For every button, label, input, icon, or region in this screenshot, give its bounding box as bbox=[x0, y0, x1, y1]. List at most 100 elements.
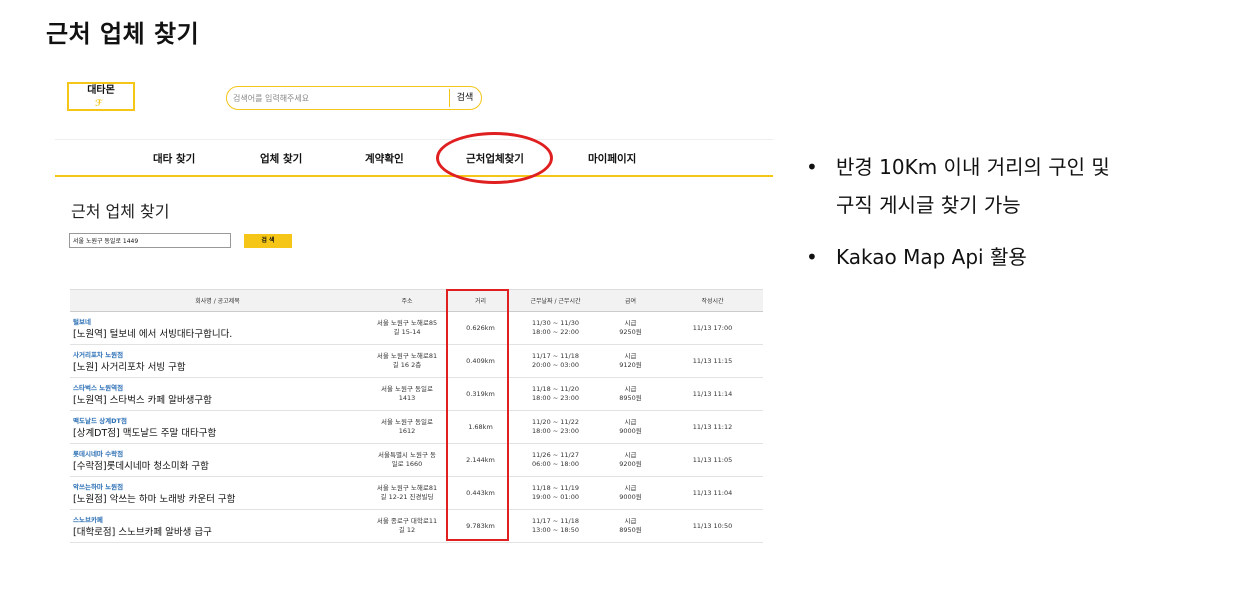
company-title-cell: 롯데시네마 수락점 [수락점]롯데시네마 청소미화 구함 bbox=[70, 443, 365, 477]
search-bar: 검색 bbox=[226, 86, 482, 110]
pay-amount: 8950원 bbox=[619, 526, 642, 534]
pay-cell: 시급 9200원 bbox=[599, 443, 662, 477]
address-line: 1612 bbox=[398, 427, 416, 435]
nav-find-substitute[interactable]: 대타 찾기 bbox=[153, 151, 195, 166]
address-line: 길 12-21 진경빌딩 bbox=[380, 493, 434, 501]
company-link[interactable]: 사거리포차 노원점 bbox=[73, 351, 365, 360]
work-time: 13:00 ~ 18:50 bbox=[531, 526, 580, 534]
work-time: 20:00 ~ 03:00 bbox=[531, 361, 580, 369]
address-cell: 서울 노원구 동일로 1413 bbox=[365, 377, 449, 411]
work-date: 11/20 ~ 11/22 bbox=[531, 418, 580, 426]
bullet-item: • 반경 10Km 이내 거리의 구인 및 구직 게시글 찾기 가능 bbox=[806, 148, 1246, 224]
search-input[interactable] bbox=[233, 91, 443, 105]
table-row[interactable]: 맥도날드 상계DT점 [상계DT점] 맥도날드 주말 대타구함 서울 노원구 동일로… bbox=[70, 410, 763, 444]
logo[interactable]: 대타몬 ℱ bbox=[67, 82, 135, 111]
company-link[interactable]: 스노브카페 bbox=[73, 516, 365, 525]
work-date: 11/18 ~ 11/19 bbox=[531, 484, 580, 492]
table-row[interactable]: 털보네 [노원역] 털보네 에서 서빙대타구합니다. 서울 노원구 노해로85 길 1… bbox=[70, 311, 763, 345]
pay-amount: 9000원 bbox=[619, 493, 642, 501]
work-time: 18:00 ~ 22:00 bbox=[531, 328, 580, 336]
pay-cell: 시급 8950원 bbox=[599, 509, 662, 543]
distance-highlight-box bbox=[446, 289, 509, 541]
table-row[interactable]: 스타벅스 노원역점 [노원역] 스타벅스 카페 알바생구함 서울 노원구 동일로 14… bbox=[70, 377, 763, 411]
address-line: 서울특별시 노원구 동 bbox=[378, 451, 436, 459]
company-link[interactable]: 털보네 bbox=[73, 318, 365, 327]
written-time-cell: 11/13 11:04 bbox=[662, 476, 763, 510]
pay-amount: 9120원 bbox=[619, 361, 642, 369]
address-cell: 서울 종로구 대학로11 길 12 bbox=[365, 509, 449, 543]
company-link[interactable]: 롯데시네마 수락점 bbox=[73, 450, 365, 459]
section-title: 근처 업체 찾기 bbox=[71, 202, 170, 221]
company-link[interactable]: 스타벅스 노원역점 bbox=[73, 384, 365, 393]
work-date-time-cell: 11/17 ~ 11/18 13:00 ~ 18:50 bbox=[512, 509, 599, 543]
search-button[interactable]: 검색 bbox=[449, 89, 480, 107]
pay-type: 시급 bbox=[624, 418, 637, 426]
slide-title: 근처 업체 찾기 bbox=[46, 20, 200, 48]
address-line: 길 12 bbox=[398, 526, 416, 534]
nav-find-business[interactable]: 업체 찾기 bbox=[260, 151, 302, 166]
pay-cell: 시급 9250원 bbox=[599, 311, 662, 345]
pay-cell: 시급 9120원 bbox=[599, 344, 662, 378]
pay-amount: 9200원 bbox=[619, 460, 642, 468]
app-screenshot: 대타몬 ℱ 검색 대타 찾기 업체 찾기 계약확인 근처업체찾기 마이페이지 근… bbox=[55, 70, 773, 550]
company-title-cell: 맥도날드 상계DT점 [상계DT점] 맥도날드 주말 대타구함 bbox=[70, 410, 365, 444]
post-title-link[interactable]: [대학로점] 스노브카페 알바생 급구 bbox=[73, 527, 365, 537]
written-time-cell: 11/13 11:05 bbox=[662, 443, 763, 477]
pay-type: 시급 bbox=[624, 352, 637, 360]
table-row[interactable]: 사거리포차 노원점 [노원] 사거리포차 서빙 구함 서울 노원구 노해로81 길 1… bbox=[70, 344, 763, 378]
address-search-button[interactable]: 검 색 bbox=[244, 234, 292, 248]
post-title-link[interactable]: [노원역] 털보네 에서 서빙대타구합니다. bbox=[73, 329, 365, 339]
work-time: 18:00 ~ 23:00 bbox=[531, 394, 580, 402]
address-line: 1413 bbox=[398, 394, 416, 402]
pay-type: 시급 bbox=[624, 451, 637, 459]
bullet-dot-icon: • bbox=[806, 155, 818, 179]
address-cell: 서울 노원구 노해로85 길 15-14 bbox=[365, 311, 449, 345]
address-line: 길 16 2층 bbox=[392, 361, 422, 369]
header-pay: 급여 bbox=[599, 289, 662, 312]
address-cell: 서울 노원구 노해로81 길 16 2층 bbox=[365, 344, 449, 378]
post-title-link[interactable]: [수락점]롯데시네마 청소미화 구함 bbox=[73, 461, 365, 471]
logo-text: 대타몬 bbox=[87, 85, 115, 96]
post-title-link[interactable]: [노원] 사거리포차 서빙 구함 bbox=[73, 362, 365, 372]
company-title-cell: 털보네 [노원역] 털보네 에서 서빙대타구합니다. bbox=[70, 311, 365, 345]
work-date-time-cell: 11/30 ~ 11/30 18:00 ~ 22:00 bbox=[512, 311, 599, 345]
address-line: 일로 1660 bbox=[391, 460, 423, 468]
header-company-title: 회사명 / 공고제목 bbox=[70, 289, 365, 312]
pay-amount: 9250원 bbox=[619, 328, 642, 336]
post-title-link[interactable]: [노원역] 스타벅스 카페 알바생구함 bbox=[73, 395, 365, 405]
nav-mypage[interactable]: 마이페이지 bbox=[588, 151, 636, 166]
header-work-date-time: 근무날짜 / 근무시간 bbox=[512, 289, 599, 312]
header-address: 주소 bbox=[365, 289, 449, 312]
pay-type: 시급 bbox=[624, 517, 637, 525]
nav-highlight-circle bbox=[436, 132, 553, 184]
address-line: 서울 종로구 대학로11 bbox=[376, 517, 438, 525]
nav-contract-check[interactable]: 계약확인 bbox=[365, 151, 404, 166]
work-date: 11/30 ~ 11/30 bbox=[531, 319, 580, 327]
work-date-time-cell: 11/20 ~ 11/22 18:00 ~ 23:00 bbox=[512, 410, 599, 444]
post-title-link[interactable]: [상계DT점] 맥도날드 주말 대타구함 bbox=[73, 428, 365, 438]
pay-cell: 시급 9000원 bbox=[599, 476, 662, 510]
table-row[interactable]: 롯데시네마 수락점 [수락점]롯데시네마 청소미화 구함 서울특별시 노원구 동 일로… bbox=[70, 443, 763, 477]
work-date: 11/26 ~ 11/27 bbox=[531, 451, 580, 459]
work-date: 11/18 ~ 11/20 bbox=[531, 385, 580, 393]
address-line: 서울 노원구 노해로85 bbox=[376, 319, 438, 327]
bullet-list: • 반경 10Km 이내 거리의 구인 및 구직 게시글 찾기 가능 • Kak… bbox=[806, 148, 1246, 276]
header-written-time: 작성시간 bbox=[662, 289, 763, 312]
written-time-cell: 11/13 10:50 bbox=[662, 509, 763, 543]
pay-cell: 시급 8950원 bbox=[599, 377, 662, 411]
bullet-dot-icon: • bbox=[806, 245, 818, 269]
main-nav: 대타 찾기 업체 찾기 계약확인 근처업체찾기 마이페이지 bbox=[55, 139, 773, 177]
pay-amount: 8950원 bbox=[619, 394, 642, 402]
work-date-time-cell: 11/17 ~ 11/18 20:00 ~ 03:00 bbox=[512, 344, 599, 378]
table-header-row: 회사명 / 공고제목 주소 거리 근무날짜 / 근무시간 급여 작성시간 bbox=[70, 289, 763, 312]
written-time-cell: 11/13 11:14 bbox=[662, 377, 763, 411]
table-row[interactable]: 악쓰는하마 노원점 [노원점] 악쓰는 하마 노래방 카운터 구함 서울 노원구 노… bbox=[70, 476, 763, 510]
work-date: 11/17 ~ 11/18 bbox=[531, 352, 580, 360]
table-row[interactable]: 스노브카페 [대학로점] 스노브카페 알바생 급구 서울 종로구 대학로11 길 12… bbox=[70, 509, 763, 543]
post-title-link[interactable]: [노원점] 악쓰는 하마 노래방 카운터 구함 bbox=[73, 494, 365, 504]
address-input[interactable]: 서울 노원구 동일로 1449 bbox=[69, 233, 231, 248]
address-line: 서울 노원구 노해로81 bbox=[376, 484, 438, 492]
company-link[interactable]: 악쓰는하마 노원점 bbox=[73, 483, 365, 492]
written-time-cell: 11/13 11:15 bbox=[662, 344, 763, 378]
company-link[interactable]: 맥도날드 상계DT점 bbox=[73, 417, 365, 426]
